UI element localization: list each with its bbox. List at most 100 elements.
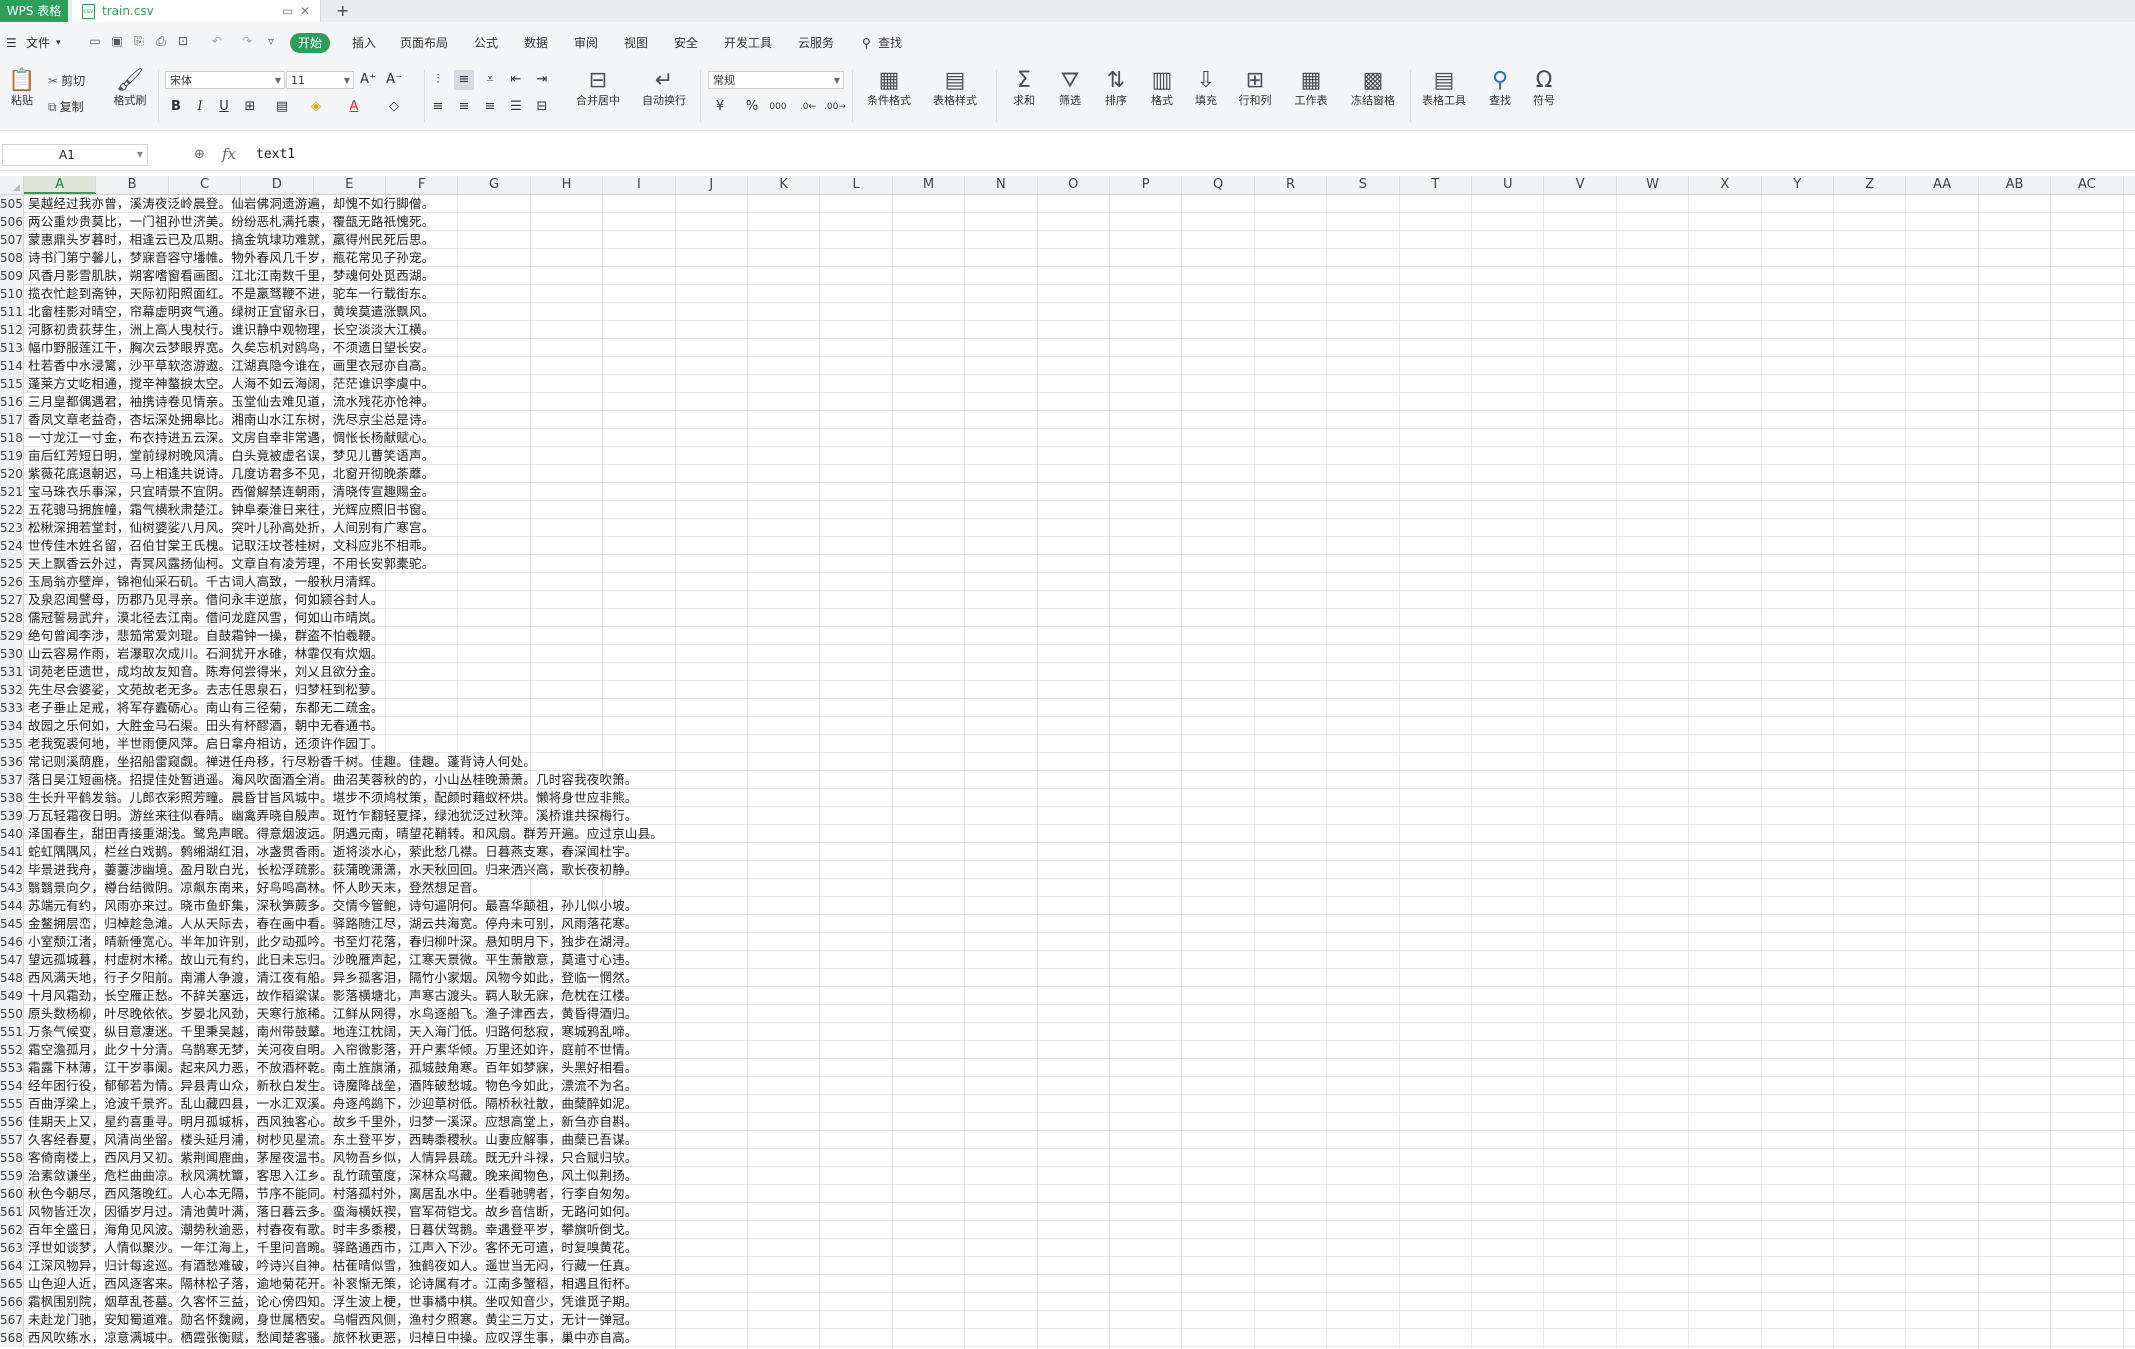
- fill-color-icon[interactable]: ◈: [306, 97, 326, 117]
- cell-text[interactable]: 一寸龙江一寸金，布衣持进五云深。文房自幸非常遇，惆怅长杨献赋心。: [28, 429, 434, 447]
- column-header-c[interactable]: C: [169, 176, 242, 194]
- worksheet-button[interactable]: ▦ 工作表: [1286, 68, 1336, 108]
- row-header[interactable]: 506: [0, 213, 24, 231]
- cell-text[interactable]: 万瓦轻霜夜日明。游丝来往似春晴。幽禽弄晓自殷声。斑竹乍翻轻夏择，绿池犹泛过秋萍。…: [28, 807, 638, 825]
- cell-text[interactable]: 万条气候变，纵目意凄迷。千里秉吴越，南州带鼓鼙。地连江枕阔，天入海门低。归路何愁…: [28, 1023, 638, 1041]
- cell-text[interactable]: 翳翳景向夕，樽台结微阴。凉飙东南来，好鸟鸣高林。怀人眇天末，登然想足音。: [28, 879, 485, 897]
- cell-text[interactable]: 霜枫围别院，烟草乱苍墓。久客怀三益，论心傍四知。浮生波上梗，世事橘中棋。坐叹知音…: [28, 1293, 638, 1311]
- column-header-d[interactable]: D: [241, 176, 314, 194]
- row-header[interactable]: 523: [0, 519, 24, 537]
- close-tab-icon[interactable]: ✕: [300, 0, 310, 22]
- cell-text[interactable]: 久客经春夏，风清尚坐留。楼头延月浦，树杪见星流。东土登平岁，西畴黍稷秋。山妻应解…: [28, 1131, 638, 1149]
- column-header-h[interactable]: H: [531, 176, 604, 194]
- filter-button[interactable]: ⛛ 筛选: [1050, 68, 1090, 108]
- cell-text[interactable]: 紫薇花底退朝迟，马上相逢共说诗。几度访君多不见，北窗开彻晚荼蘼。: [28, 465, 434, 483]
- align-middle-icon[interactable]: ≡: [454, 70, 474, 90]
- row-header[interactable]: 530: [0, 645, 24, 663]
- bold-icon[interactable]: B: [166, 97, 186, 117]
- cell-text[interactable]: 山云容易作雨，岩瀑取次成川。石涧犹开水碓，林霏仅有炊烟。: [28, 645, 384, 663]
- cell-text[interactable]: 毕景进我舟，萋萋涉幽境。盈月耿白光，长松浮疏影。荻蒲晚潇潇，水天秋回回。归来洒兴…: [28, 861, 638, 879]
- cell-text[interactable]: 常记则溪荫鹿，坐招船雷窥觑。禅进任舟移，行尽粉香千树。佳趣。佳趣。蓬背诗人何处。: [28, 753, 536, 771]
- column-header-o[interactable]: O: [1038, 176, 1110, 194]
- cell-text[interactable]: 河豚初贵荻芽生，洲上高人曳杖行。谁识静中观物理，长空淡淡大江横。: [28, 321, 434, 339]
- row-header[interactable]: 538: [0, 789, 24, 807]
- column-header-b[interactable]: B: [96, 176, 169, 194]
- wrap-text-button[interactable]: ↵ 自动换行: [636, 68, 692, 108]
- column-header-w[interactable]: W: [1617, 176, 1690, 194]
- row-header[interactable]: 507: [0, 231, 24, 249]
- row-header[interactable]: 532: [0, 681, 24, 699]
- row-header[interactable]: 542: [0, 861, 24, 879]
- align-center-icon[interactable]: ≡: [454, 97, 474, 117]
- cell-text[interactable]: 诗书门第宁馨儿，梦寐音容守墦帷。物外春风几千岁，瓶花常见子孙宠。: [28, 249, 434, 267]
- currency-icon[interactable]: ¥: [710, 97, 730, 117]
- row-header[interactable]: 524: [0, 537, 24, 555]
- cell-text[interactable]: 词苑老臣遗世，成均故友知音。陈寿何尝得米，刘乂且欲分金。: [28, 663, 384, 681]
- row-header[interactable]: 534: [0, 717, 24, 735]
- font-size-select[interactable]: 11 ▼: [286, 71, 354, 89]
- font-color-icon[interactable]: A: [344, 97, 364, 117]
- cell-text[interactable]: 苏端元有约，风雨亦来过。晓市鱼虾集，深秋笋蕨多。交情今管鲍，诗句逼阴何。最喜华颠…: [28, 897, 638, 915]
- row-header[interactable]: 561: [0, 1203, 24, 1221]
- row-header[interactable]: 546: [0, 933, 24, 951]
- column-header-u[interactable]: U: [1472, 176, 1545, 194]
- cell-text[interactable]: 霜露下林薄，江干岁事阑。起来风力恶，不放酒杯乾。南土旌旗涌，孤城鼓角寒。百年如梦…: [28, 1059, 638, 1077]
- align-right-icon[interactable]: ≡: [480, 97, 500, 117]
- row-header[interactable]: 514: [0, 357, 24, 375]
- row-header[interactable]: 509: [0, 267, 24, 285]
- row-header[interactable]: 516: [0, 393, 24, 411]
- cell-text[interactable]: 香凤文章老益奇，杏坛深处拥皋比。湘南山水江东树，洗尽京尘总是诗。: [28, 411, 434, 429]
- cell-text[interactable]: 揽衣忙趁到斋钟，天际初阳照面红。不是羸驽鞭不进，驼车一行载街东。: [28, 285, 434, 303]
- chevron-down-icon[interactable]: ▾: [56, 34, 61, 52]
- menu-developer[interactable]: 开发工具: [724, 34, 772, 52]
- cell-text[interactable]: 金鳌拥层峦，归棹趁急滩。人从天际去，春在画中看。驿路随江尽，湖云共海宽。停舟未可…: [28, 915, 638, 933]
- row-header[interactable]: 547: [0, 951, 24, 969]
- column-header-y[interactable]: Y: [1762, 176, 1834, 194]
- row-header[interactable]: 562: [0, 1221, 24, 1239]
- row-header[interactable]: 560: [0, 1185, 24, 1203]
- indent-icon[interactable]: ⇥: [532, 70, 552, 90]
- column-header-p[interactable]: P: [1110, 176, 1183, 194]
- conditional-format-button[interactable]: ▦ 条件格式: [858, 68, 920, 108]
- column-header-z[interactable]: Z: [1834, 176, 1907, 194]
- cell-text[interactable]: 经年困行役，郁郁若为情。异县青山众，新秋白发生。诗魔降战垒，酒阵破愁城。物色今如…: [28, 1077, 638, 1095]
- cut-button[interactable]: ✂ 剪切: [48, 72, 85, 90]
- row-header[interactable]: 556: [0, 1113, 24, 1131]
- cell-text[interactable]: 秋色今朝尽，西风落晚红。人心本无隔，节序不能同。村落孤村外，离居乱水中。坐看驰骋…: [28, 1185, 638, 1203]
- increase-decimal-icon[interactable]: .0←: [798, 97, 818, 117]
- menu-formula[interactable]: 公式: [474, 34, 498, 52]
- row-header[interactable]: 527: [0, 591, 24, 609]
- column-header-ac[interactable]: AC: [2051, 176, 2124, 194]
- column-header-s[interactable]: S: [1327, 176, 1400, 194]
- cell-text[interactable]: 生长升平鹤发翁。儿郎衣彩照芳疃。晨昏甘旨风城中。堪步不须鸠杖策，配颜时藉蚁杯烘。…: [28, 789, 638, 807]
- column-header-j[interactable]: J: [676, 176, 748, 194]
- row-header[interactable]: 550: [0, 1005, 24, 1023]
- sum-button[interactable]: Σ 求和: [1004, 68, 1044, 108]
- row-header[interactable]: 551: [0, 1023, 24, 1041]
- row-header[interactable]: 568: [0, 1329, 24, 1347]
- row-header[interactable]: 554: [0, 1077, 24, 1095]
- cell-text[interactable]: 两公重炒贵莫比，一门祖孙世济美。纷纷恶札满托裹，覆瓿无路祇愧死。: [28, 213, 434, 231]
- cell-text[interactable]: 落日吴江短画桡。招提佳处暂逍遥。海风吹面酒全消。曲沼芙蓉秋的的，小山丛桂晚萧萧。…: [28, 771, 638, 789]
- open-folder-icon[interactable]: ▭: [88, 34, 102, 48]
- row-header[interactable]: 515: [0, 375, 24, 393]
- cell-text[interactable]: 小室颓江渚，晴新倕宽心。半年加许别，此夕动孤吟。书至灯花落，春归柳叶深。悬知明月…: [28, 933, 638, 951]
- paste-button[interactable]: 📋 粘贴: [2, 68, 42, 108]
- row-header[interactable]: 558: [0, 1149, 24, 1167]
- cell-text[interactable]: 宝马珠衣乐事深，只宜晴景不宜阴。西僧解禁连朝雨，清晓传宣趣赐金。: [28, 483, 434, 501]
- cell-text[interactable]: 望远孤城暮，村虚树木稀。故山元有约，此日未忘归。沙晚雁声起，江寒天景微。平生萧散…: [28, 951, 638, 969]
- cell-text[interactable]: 故园之乐何如，大胜金马石渠。田头有杯醪酒，朝中无春通书。: [28, 717, 384, 735]
- cell-text[interactable]: 治素敛谦坐，危栏曲曲凉。秋风满枕簟，客思入江乡。乱竹疏萤度，深林众鸟藏。晚来闻物…: [28, 1167, 638, 1185]
- app-tab[interactable]: WPS 表格: [0, 0, 68, 22]
- column-header-aa[interactable]: AA: [1906, 176, 1979, 194]
- menu-review[interactable]: 审阅: [574, 34, 598, 52]
- cell-text[interactable]: 蒙惠鼎头岁暮时，相逢云已及瓜期。搞金筑埭功难就，羸得州民死后思。: [28, 231, 434, 249]
- zoom-formula-icon[interactable]: ⊕: [194, 147, 205, 162]
- column-header-v[interactable]: V: [1544, 176, 1617, 194]
- cell-text[interactable]: 三月皇都偶遇君，袖携诗卷见情亲。玉堂仙去难见道，流水残花亦怆神。: [28, 393, 434, 411]
- row-header[interactable]: 520: [0, 465, 24, 483]
- underline-icon[interactable]: U: [214, 97, 234, 117]
- cell-text[interactable]: 蓬莱方丈屹相通，搅辛神螯捩太空。人海不如云海阔，茫茫谁识李虞中。: [28, 375, 434, 393]
- cell-text[interactable]: 世传佳木姓名留，召伯甘棠王氏槐。记取汪坟苍桂树，文科应兆不相乖。: [28, 537, 434, 555]
- find-button[interactable]: ⚲ 查找: [1480, 68, 1520, 108]
